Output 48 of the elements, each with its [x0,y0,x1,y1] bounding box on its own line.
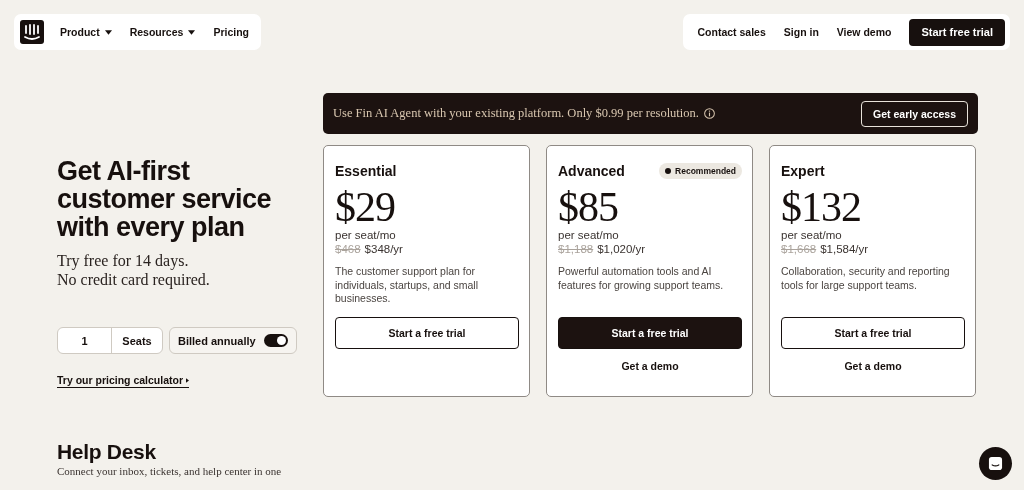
start-trial-button[interactable]: Start a free trial [558,317,742,349]
plan-name: Expert [781,163,825,179]
nav-menu-item[interactable]: Resources [129,26,196,38]
section-title: Help Desk [57,440,156,464]
nav-menu-item[interactable]: Product [60,26,112,38]
early-access-button[interactable]: Get early access [861,100,968,127]
caret-icon [104,29,112,35]
caret-icon [188,29,196,35]
toggle-switch[interactable] [263,334,288,347]
chat-icon [988,456,1003,471]
start-trial-button[interactable]: Start free trial [909,18,1005,46]
plan-price: $85 [558,186,619,228]
old-price: $1,668 [781,242,817,256]
plan-price: $29 [335,186,396,228]
recommended-badge: Recommended [659,163,742,179]
yearly-price: $1,020/yr [597,242,646,256]
seats-field[interactable]: 1 Seats [57,327,163,354]
nav-menu-item[interactable]: Pricing [213,26,249,38]
start-trial-button[interactable]: Start a free trial [335,317,519,349]
nav-link[interactable]: View demo [836,26,892,38]
pricing-calculator-link[interactable]: Try our pricing calculator [57,374,190,388]
chevron-icon [186,377,190,383]
plan-description: Powerful automation tools and AI features for growing support teams. [558,265,725,293]
chat-button[interactable] [979,447,1012,480]
billing-toggle[interactable]: Billed annually [169,327,297,354]
start-trial-button[interactable]: Start a free trial [781,317,965,349]
plan-name: Advanced [558,163,625,179]
hero-subtitle: Try free for 14 days. No credit card required. [57,251,211,289]
old-price: $1,188 [558,242,594,256]
section-text: Connect your inbox, tickets, and help center in one [57,465,282,477]
yearly-price: $348/yr [364,242,403,256]
price-unit: per seat/mo [781,228,843,242]
info-icon[interactable] [703,108,715,119]
yearly-price: $1,584/yr [820,242,869,256]
plan-name: Essential [335,163,397,179]
demo-link[interactable]: Get a demo [844,360,902,372]
demo-link[interactable]: Get a demo [621,360,679,372]
promo-text: Use Fin AI Agent with your existing platform. Only $0.99 per resolution. [333,106,699,121]
plan-description: Collaboration, security and reporting tools for large support teams. [781,265,951,293]
nav-link[interactable]: Sign in [783,26,819,38]
hero-title: Get AI-first customer service with every plan [57,157,273,241]
plan-price: $132 [781,186,862,228]
plan-description: The customer support plan for individuals, startups, and small businesses. [335,265,479,306]
logo-icon[interactable] [20,20,44,44]
price-unit: per seat/mo [558,228,620,242]
price-unit: per seat/mo [335,228,397,242]
old-price: $468 [335,242,361,256]
nav-link[interactable]: Contact sales [697,26,766,38]
